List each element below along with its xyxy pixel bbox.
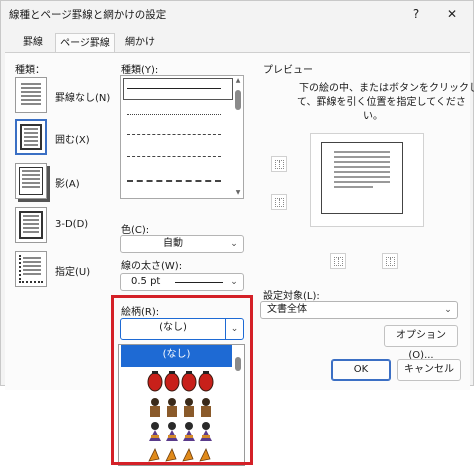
close-button[interactable]: ✕: [441, 5, 463, 23]
border-top-icon: [275, 160, 284, 169]
ok-button[interactable]: OK: [331, 359, 391, 381]
preview-page: [321, 142, 403, 214]
tab-borders[interactable]: 罫線: [13, 33, 53, 53]
setting-box-icon: [15, 119, 47, 155]
preview-instruction-1: 下の絵の中、またはボタンをクリックし: [299, 83, 474, 94]
chevron-down-icon: ⌄: [230, 277, 238, 287]
preview-instruction-2: て、罫線を引く位置を指定してくださ: [297, 97, 466, 108]
style-option-dashed-small[interactable]: [127, 134, 221, 135]
style-option-dashed[interactable]: [127, 156, 221, 157]
apply-to-value: 文書全体: [267, 304, 307, 315]
style-option-selected[interactable]: [123, 78, 233, 100]
tab-page-border[interactable]: ページ罫線: [55, 33, 115, 53]
setting-label: 種類：: [15, 65, 45, 76]
style-scroll-thumb[interactable]: [235, 90, 241, 110]
border-right-icon: [386, 257, 395, 266]
setting-custom-label: 指定(U): [55, 267, 91, 278]
setting-custom-icon: [15, 251, 47, 287]
color-label: 色(C):: [121, 225, 150, 236]
border-bottom-icon: [275, 198, 284, 207]
border-left-icon: [334, 257, 343, 266]
apply-to-select[interactable]: 文書全体 ⌄: [260, 301, 458, 319]
preview-instruction-3: い。: [363, 111, 383, 122]
width-line-sample: [175, 282, 223, 283]
apply-to-label: 設定対象(L):: [263, 291, 320, 302]
right-border-button[interactable]: [382, 253, 398, 269]
setting-shadow-icon: [15, 163, 47, 199]
title-bar: 線種とページ罫線と網かけの設定 ? ✕: [1, 1, 473, 27]
setting-none-label: 罫線なし(N): [55, 93, 111, 104]
width-select[interactable]: 0.5 pt ⌄: [120, 273, 244, 291]
highlight-box: [111, 295, 253, 465]
setting-3d-label: 3-D(D): [55, 219, 89, 230]
style-option-dotted[interactable]: [127, 114, 221, 115]
left-border-button[interactable]: [330, 253, 346, 269]
scroll-up-icon[interactable]: ▲: [235, 78, 241, 84]
setting-box-label: 囲む(X): [55, 135, 90, 146]
color-select[interactable]: 自動 ⌄: [120, 235, 244, 253]
tab-shading[interactable]: 網かけ: [117, 33, 163, 53]
width-value: 0.5 pt: [131, 276, 161, 287]
bottom-border-button[interactable]: [271, 194, 287, 210]
preview-text-lines: [334, 151, 390, 188]
style-scrollbar[interactable]: ▲ ▼: [235, 78, 241, 196]
setting-custom[interactable]: 指定(U): [15, 251, 115, 287]
options-button[interactable]: オプション(O)...: [384, 325, 458, 361]
color-value: 自動: [163, 238, 183, 249]
width-label: 線の太さ(W):: [121, 261, 183, 272]
style-option-dashed-large[interactable]: [127, 180, 221, 182]
setting-shadow[interactable]: 影(A): [15, 163, 115, 199]
help-button[interactable]: ?: [405, 5, 427, 23]
scroll-down-icon[interactable]: ▼: [235, 190, 241, 196]
chevron-down-icon: ⌄: [230, 239, 238, 249]
cancel-button[interactable]: キャンセル: [397, 359, 461, 381]
dialog-title: 線種とページ罫線と網かけの設定: [9, 9, 167, 21]
setting-3d[interactable]: 3-D(D): [15, 207, 115, 243]
style-listbox[interactable]: ▲ ▼: [120, 75, 244, 199]
setting-none-icon: [15, 77, 47, 113]
chevron-down-icon: ⌄: [444, 305, 452, 315]
preview-label: プレビュー: [263, 65, 313, 76]
top-border-button[interactable]: [271, 156, 287, 172]
setting-shadow-label: 影(A): [55, 179, 80, 190]
setting-none[interactable]: 罫線なし(N): [15, 77, 115, 113]
preview-canvas[interactable]: [310, 133, 424, 227]
setting-box[interactable]: 囲む(X): [15, 119, 115, 155]
style-option-solid[interactable]: [127, 88, 221, 89]
setting-3d-icon: [15, 207, 47, 243]
style-label: 種類(Y):: [121, 65, 159, 76]
